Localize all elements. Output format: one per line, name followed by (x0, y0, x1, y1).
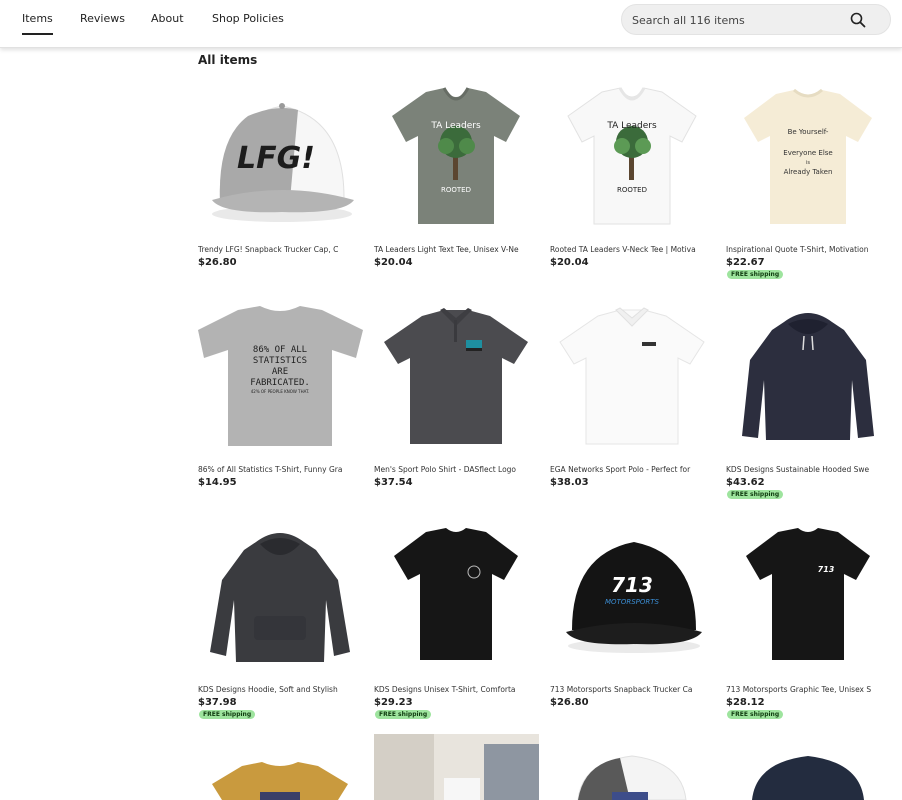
listing-card[interactable]: Be Yourself- Everyone Else is Already Ta… (726, 80, 891, 279)
cap-print-text: LFG! (237, 141, 315, 176)
product-image-polo-white[interactable] (550, 300, 715, 460)
listing-card[interactable] (726, 734, 891, 800)
shirt-print-text: 713 (818, 565, 835, 574)
listing-card[interactable]: KDS Designs Sustainable Hooded Swe $43.6… (726, 300, 891, 499)
listing-price: $20.04 (374, 257, 413, 268)
shirt-print-title: TA Leaders (606, 121, 657, 131)
listing-price: $26.80 (198, 257, 237, 268)
product-image-cap-grey[interactable] (550, 734, 715, 800)
stats-line: FABRICATED. (250, 378, 310, 388)
shirt-print-subtitle: ROOTED (441, 186, 471, 194)
search-box (621, 4, 891, 35)
listing-card[interactable]: TA Leaders ROOTED TA Leaders Light Text … (374, 80, 539, 268)
tab-about[interactable]: About (151, 12, 184, 36)
listing-title[interactable]: KDS Designs Sustainable Hooded Swe (726, 465, 889, 475)
stats-line: 42% OF PEOPLE KNOW THAT. (251, 389, 310, 394)
quote-line: Already Taken (784, 168, 833, 176)
free-shipping-badge: FREE shipping (727, 490, 784, 499)
product-image-tee-mustard[interactable] (198, 734, 363, 800)
listing-card[interactable]: 86% OF ALL STATISTICS ARE FABRICATED. 42… (198, 300, 363, 488)
listing-card[interactable]: EGA Networks Sport Polo - Perfect for $3… (550, 300, 715, 488)
product-image-tee-ta-leaders-grey[interactable]: TA Leaders ROOTED (374, 80, 539, 240)
listing-title[interactable]: Trendy LFG! Snapback Trucker Cap, C (198, 245, 361, 255)
product-image-cap-navy[interactable] (726, 734, 891, 800)
listing-title[interactable]: KDS Designs Hoodie, Soft and Stylish (198, 685, 361, 695)
stats-line: 86% OF ALL (253, 345, 307, 355)
listing-card[interactable]: LFG! Trendy LFG! Snapback Trucker Cap, C… (198, 80, 363, 268)
product-image-hoodie-navy[interactable] (726, 300, 891, 460)
listing-price: $14.95 (198, 477, 237, 488)
listing-price: $28.12 (726, 697, 765, 708)
product-image-hoodie-black[interactable] (198, 520, 363, 680)
cap-print-text: 713 (611, 573, 653, 597)
free-shipping-badge: FREE shipping (727, 710, 784, 719)
listing-price: $29.23 (374, 697, 413, 708)
listing-title[interactable]: 713 Motorsports Graphic Tee, Unisex S (726, 685, 889, 695)
quote-line: Everyone Else (783, 149, 832, 157)
product-image-polo-dark[interactable] (374, 300, 539, 460)
product-image-tee-ta-leaders-white[interactable]: TA Leaders ROOTED (550, 80, 715, 240)
tab-items[interactable]: Items (22, 12, 53, 36)
listing-card[interactable] (198, 734, 363, 800)
listing-title[interactable]: 713 Motorsports Snapback Trucker Ca (550, 685, 713, 695)
listing-price: $20.04 (550, 257, 589, 268)
listing-card[interactable]: KDS Designs Hoodie, Soft and Stylish $37… (198, 520, 363, 719)
tab-shop-policies[interactable]: Shop Policies (212, 12, 284, 36)
listing-price: $43.62 (726, 477, 765, 488)
product-image-cap-lfg[interactable]: LFG! (198, 80, 363, 240)
shirt-print-subtitle: ROOTED (617, 186, 647, 194)
stats-line: ARE (272, 367, 288, 377)
search-input[interactable] (632, 11, 842, 29)
listing-title[interactable]: Inspirational Quote T-Shirt, Motivation (726, 245, 889, 255)
quote-line: Be Yourself- (788, 128, 829, 136)
listing-card[interactable] (550, 734, 715, 800)
product-image-mug[interactable] (374, 734, 539, 800)
listing-price: $26.80 (550, 697, 589, 708)
product-image-tee-kds-black[interactable] (374, 520, 539, 680)
listing-card[interactable]: Men's Sport Polo Shirt - DASflect Logo $… (374, 300, 539, 488)
free-shipping-badge: FREE shipping (727, 270, 784, 279)
product-image-tee-713-black[interactable]: 713 (726, 520, 891, 680)
listing-card[interactable] (374, 734, 539, 800)
shop-nav-bar: Items Reviews About Shop Policies (0, 0, 902, 48)
listing-price: $37.98 (198, 697, 237, 708)
cap-print-subtitle: MOTORSPORTS (605, 598, 660, 606)
listing-title[interactable]: TA Leaders Light Text Tee, Unisex V-Ne (374, 245, 537, 255)
product-image-tee-statistics[interactable]: 86% OF ALL STATISTICS ARE FABRICATED. 42… (198, 300, 363, 460)
product-image-cap-713[interactable]: 713 MOTORSPORTS (550, 520, 715, 680)
listing-card[interactable]: TA Leaders ROOTED Rooted TA Leaders V-Ne… (550, 80, 715, 268)
listing-card[interactable]: 713 MOTORSPORTS 713 Motorsports Snapback… (550, 520, 715, 708)
free-shipping-badge: FREE shipping (199, 710, 256, 719)
free-shipping-badge: FREE shipping (375, 710, 432, 719)
listing-price: $38.03 (550, 477, 589, 488)
section-title: All items (198, 53, 258, 67)
listing-title[interactable]: Rooted TA Leaders V-Neck Tee | Motiva (550, 245, 713, 255)
stats-line: STATISTICS (253, 356, 307, 366)
listing-title[interactable]: KDS Designs Unisex T-Shirt, Comforta (374, 685, 537, 695)
listing-card[interactable]: KDS Designs Unisex T-Shirt, Comforta $29… (374, 520, 539, 719)
quote-line: is (806, 160, 810, 166)
listing-title[interactable]: EGA Networks Sport Polo - Perfect for (550, 465, 713, 475)
search-icon[interactable] (850, 12, 866, 28)
listing-card[interactable]: 713 713 Motorsports Graphic Tee, Unisex … (726, 520, 891, 719)
listing-title[interactable]: Men's Sport Polo Shirt - DASflect Logo (374, 465, 537, 475)
tab-reviews[interactable]: Reviews (80, 12, 125, 36)
product-image-tee-quote[interactable]: Be Yourself- Everyone Else is Already Ta… (726, 80, 891, 240)
shirt-print-title: TA Leaders (430, 121, 481, 131)
listing-title[interactable]: 86% of All Statistics T-Shirt, Funny Gra (198, 465, 361, 475)
listing-price: $22.67 (726, 257, 765, 268)
listing-price: $37.54 (374, 477, 413, 488)
